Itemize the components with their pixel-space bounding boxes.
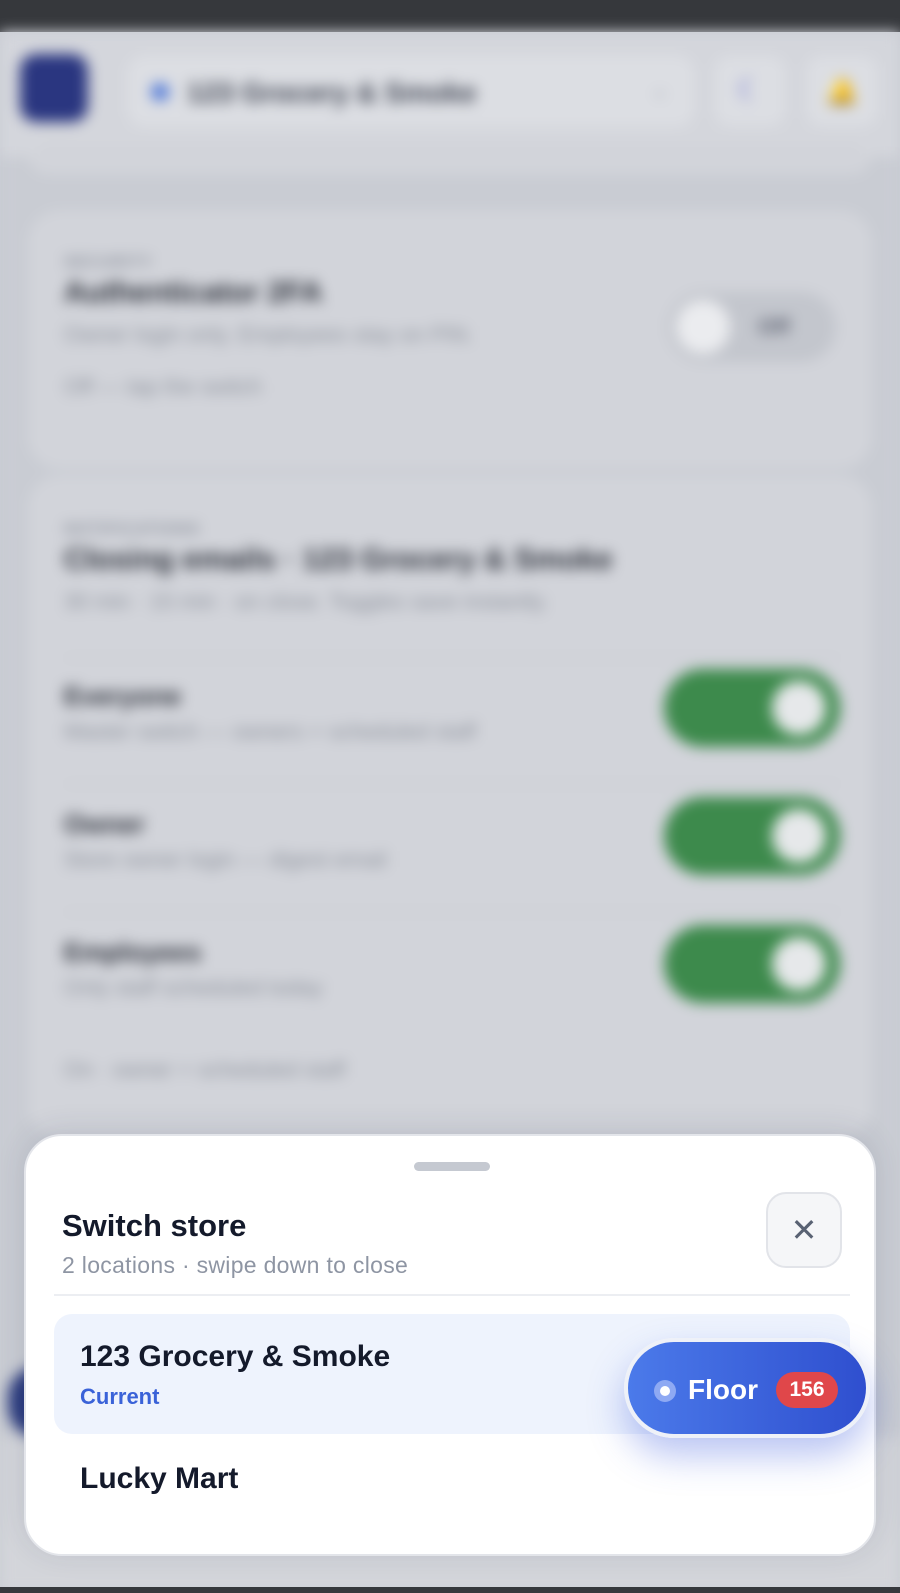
partial-card — [30, 137, 870, 173]
store-name: 123 Grocery & Smoke — [80, 1340, 391, 1373]
card-subtitle: 30 min · 15 min · on close. Toggles save… — [64, 589, 549, 614]
row-subtitle: Only staff scheduled today — [64, 975, 323, 1000]
bell-icon: 🔔 — [806, 56, 878, 126]
everyone-toggle — [664, 669, 840, 747]
sheet-title: Switch store — [62, 1208, 247, 1243]
row-title: Owner — [64, 809, 145, 839]
toggle-knob — [772, 809, 826, 863]
divider — [64, 911, 840, 913]
close-button[interactable]: ✕ — [766, 1192, 842, 1268]
chevron-down-icon: ⌄ — [650, 77, 669, 102]
status-bar — [0, 0, 900, 32]
row-subtitle: Store owner login — digest email — [64, 847, 387, 872]
sheet-subtitle: 2 locations · swipe down to close — [62, 1252, 409, 1278]
sheet-drag-handle[interactable] — [414, 1162, 490, 1171]
home-indicator-bar — [0, 1587, 900, 1593]
floor-label: Floor — [688, 1374, 758, 1405]
divider — [64, 657, 840, 659]
toggle-label: Off — [758, 314, 790, 339]
card-eyebrow: NOTIFICATIONS — [64, 521, 201, 538]
app-logo — [20, 54, 88, 122]
card-footer: On · owner + scheduled staff — [64, 1057, 346, 1082]
card-subtitle: Owner login only. Employees stay on PIN. — [64, 322, 474, 347]
store-selector: 123 Grocery & Smoke ⌄ — [128, 56, 694, 126]
toggle-knob — [772, 937, 826, 991]
card-title: Closing emails · 123 Grocery & Smoke — [64, 543, 613, 576]
toggle-knob — [772, 681, 826, 735]
owner-toggle — [664, 797, 840, 875]
sheet-divider — [54, 1294, 850, 1296]
store-selector-name: 123 Grocery & Smoke — [187, 77, 477, 108]
closing-emails-card: NOTIFICATIONS Closing emails · 123 Groce… — [30, 477, 870, 1137]
store-dot-icon — [151, 83, 169, 101]
toggle-knob — [676, 300, 730, 354]
floor-count-badge: 156 — [776, 1372, 838, 1408]
authenticator-toggle: Off — [668, 292, 836, 362]
row-subtitle: Master switch — owners + scheduled staff — [64, 719, 477, 744]
moon-icon: ☾ — [714, 56, 786, 126]
employees-toggle — [664, 925, 840, 1003]
row-title: Employees — [64, 937, 202, 967]
card-note: Off — tap the switch — [64, 374, 262, 399]
card-eyebrow: SECURITY — [64, 254, 153, 271]
floor-dot-icon — [654, 1380, 676, 1402]
authenticator-card: SECURITY Authenticator 2FA Owner login o… — [30, 212, 870, 467]
current-store-label: Current — [80, 1384, 160, 1409]
close-icon: ✕ — [790, 1212, 818, 1248]
divider — [64, 783, 840, 785]
row-title: Everyone — [64, 681, 182, 711]
card-title: Authenticator 2FA — [64, 276, 323, 309]
store-option-lucky-mart[interactable]: Lucky Mart — [54, 1434, 850, 1534]
floor-button[interactable]: Floor 156 — [624, 1338, 870, 1438]
store-name: Lucky Mart — [80, 1462, 239, 1495]
